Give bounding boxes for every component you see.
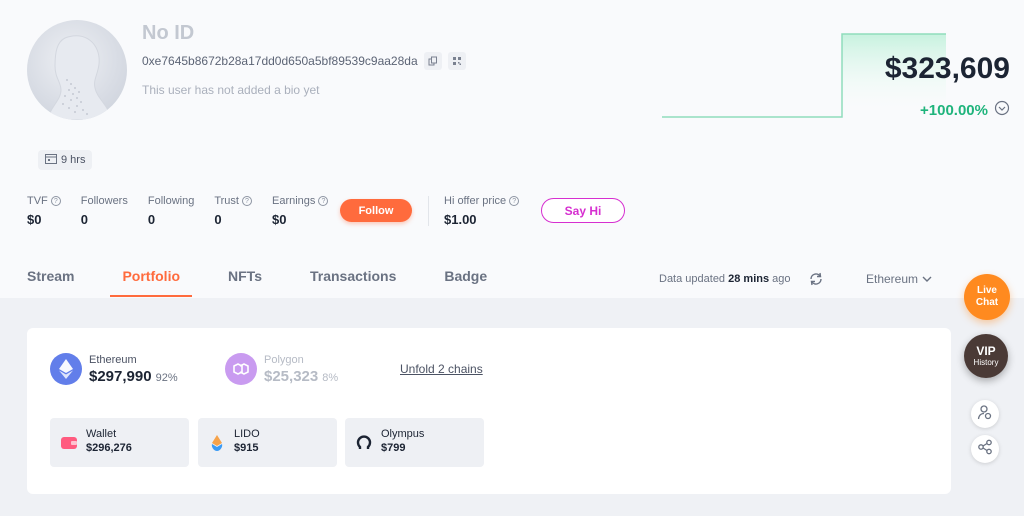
user-link-button[interactable] (971, 400, 999, 428)
tab-transactions[interactable]: Transactions (310, 268, 396, 297)
history-label: History (973, 357, 999, 367)
share-button[interactable] (971, 435, 999, 463)
stat-label: Trust (214, 195, 239, 207)
profile-name: No ID (142, 22, 195, 44)
chain-ethereum[interactable]: Ethereum $297,990 92% (50, 353, 178, 385)
tab-bar: Stream Portfolio NFTs Transactions Badge (27, 268, 535, 297)
refresh-icon[interactable] (808, 271, 824, 292)
stat-trust: Trust? 0 (214, 194, 252, 227)
qr-code-icon[interactable] (447, 52, 466, 70)
stat-followers[interactable]: Followers 0 (81, 194, 128, 227)
tab-portfolio[interactable]: Portfolio (110, 268, 192, 297)
address-row: 0xe7645b8672b28a17dd0d650a5bf89539c9aa28… (142, 52, 466, 70)
data-updated-status: Data updated 28 mins ago (659, 273, 791, 285)
updated-suffix: ago (772, 273, 791, 285)
stat-label: TVF (27, 195, 48, 207)
polygon-icon (225, 353, 257, 385)
copy-icon[interactable] (423, 52, 442, 70)
help-icon[interactable]: ? (318, 196, 329, 206)
updated-time: 28 mins (728, 273, 770, 285)
chain-percent: 92% (155, 371, 178, 384)
tab-nfts[interactable]: NFTs (228, 268, 262, 297)
chain-selector[interactable]: Ethereum (866, 272, 932, 286)
profile-header: No ID 0xe7645b8672b28a17dd0d650a5bf89539… (0, 0, 1024, 298)
share-icon (977, 439, 993, 460)
live-chat-line2: Chat (975, 297, 999, 308)
unfold-chains-link[interactable]: Unfold 2 chains (400, 362, 483, 376)
portfolio-total-value: $323,609 (884, 52, 1010, 85)
stat-value: $0 (271, 212, 287, 227)
stat-label: Earnings (271, 195, 316, 207)
tab-badge[interactable]: Badge (444, 268, 487, 297)
change-percent: +100.00% (920, 102, 988, 119)
chain-polygon[interactable]: Polygon $25,323 8% (225, 353, 338, 385)
live-chat-line1: Live (976, 285, 997, 296)
protocol-wallet[interactable]: Wallet $296,276 (50, 418, 189, 467)
help-icon[interactable]: ? (241, 196, 252, 206)
protocol-lido[interactable]: LIDO $915 (198, 418, 337, 467)
stat-value: $0 (27, 212, 42, 227)
badge-label: 9 hrs (61, 154, 86, 166)
stat-value: 0 (214, 212, 222, 227)
chain-selector-label: Ethereum (866, 272, 919, 286)
stats-row: TVF? $0 Followers 0 Following 0 Trust? 0… (27, 194, 348, 227)
profile-bio: This user has not added a bio yet (142, 83, 320, 97)
stat-label: Followers (80, 195, 128, 207)
stat-value: 0 (80, 212, 89, 227)
stat-tvf: TVF? $0 (27, 194, 61, 227)
chain-value: $25,323 (264, 367, 319, 385)
live-chat-button[interactable]: Live Chat (964, 274, 1010, 320)
protocol-value: $296,276 (86, 442, 132, 454)
tab-stream[interactable]: Stream (27, 268, 74, 297)
help-icon[interactable]: ? (50, 196, 61, 206)
portfolio-card: Ethereum $297,990 92% Polygon $25,323 8% U… (27, 328, 951, 494)
hi-offer-price: Hi offer price? $1.00 (444, 194, 520, 227)
olympus-icon (355, 434, 373, 452)
portfolio-change: +100.00% (920, 100, 1010, 121)
stat-following[interactable]: Following 0 (148, 194, 194, 227)
chevron-down-icon (922, 272, 932, 286)
protocol-name: Olympus (381, 428, 425, 440)
chain-percent: 8% (322, 371, 339, 384)
protocol-name: LIDO (234, 428, 260, 440)
lido-icon (208, 434, 226, 452)
protocol-value: $799 (381, 442, 406, 454)
chain-value: $297,990 (89, 367, 152, 385)
protocol-name: Wallet (86, 428, 117, 440)
wallet-address: 0xe7645b8672b28a17dd0d650a5bf89539c9aa28… (142, 54, 418, 68)
vip-label: VIP (976, 343, 996, 358)
ethereum-icon (50, 353, 82, 385)
vip-history-button[interactable]: VIP History (964, 334, 1008, 378)
divider (428, 196, 429, 226)
wallet-icon (60, 434, 78, 452)
updated-prefix: Data updated (659, 273, 726, 285)
stat-earnings: Earnings? $0 (271, 194, 329, 227)
calendar-icon (45, 153, 57, 167)
offer-label: Hi offer price (444, 195, 507, 207)
offer-value: $1.00 (444, 212, 477, 227)
say-hi-button[interactable]: Say Hi (541, 198, 625, 223)
stat-label: Following (147, 195, 195, 207)
user-link-icon (977, 404, 993, 425)
help-icon[interactable]: ? (509, 196, 520, 206)
activity-badge: 9 hrs (38, 150, 93, 170)
avatar (27, 20, 127, 120)
chain-name: Polygon (264, 353, 304, 366)
follow-button[interactable]: Follow (340, 199, 412, 222)
chevron-down-circle-icon[interactable] (994, 100, 1010, 121)
stat-value: 0 (147, 212, 156, 227)
chain-name: Ethereum (89, 353, 137, 366)
protocol-olympus[interactable]: Olympus $799 (345, 418, 484, 467)
protocol-value: $915 (234, 442, 259, 454)
